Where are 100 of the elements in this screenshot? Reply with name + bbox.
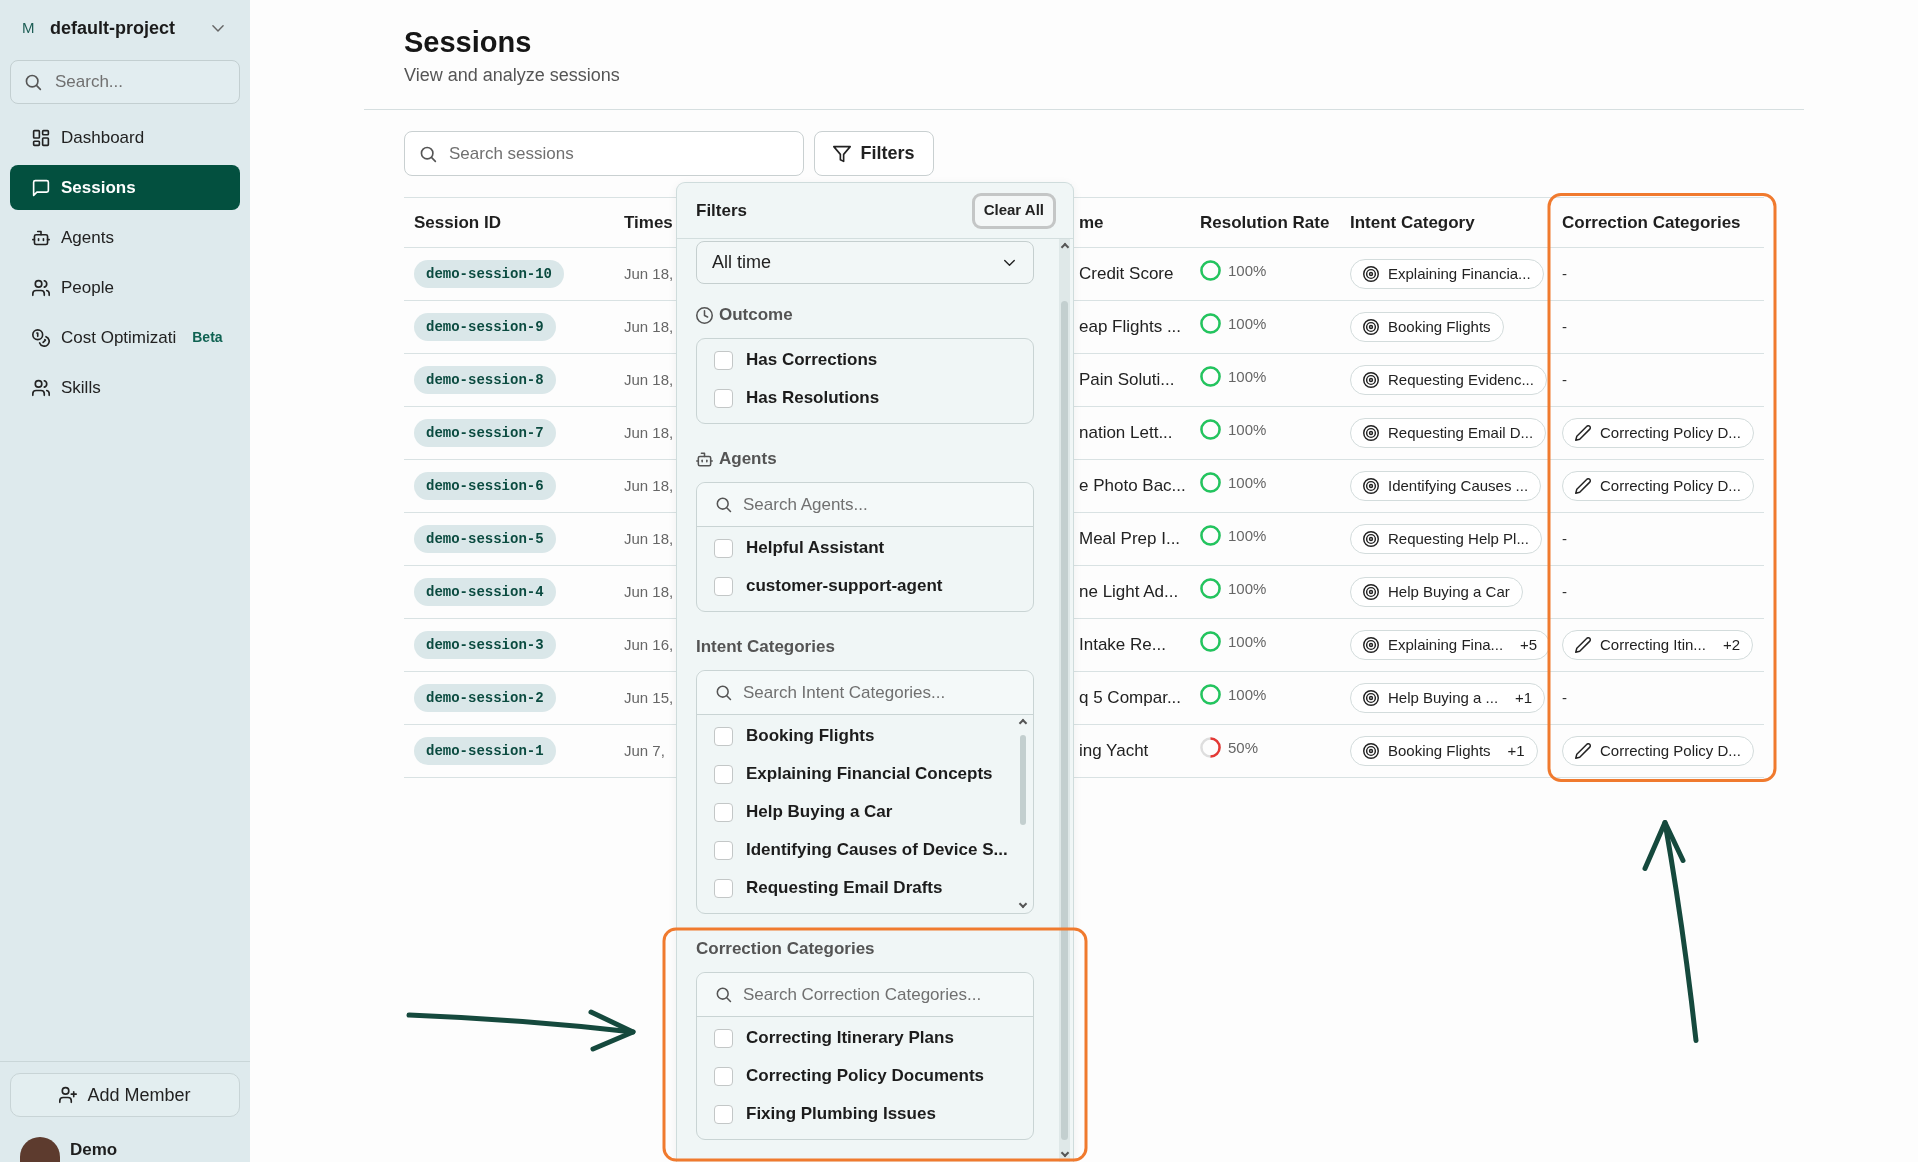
checkbox[interactable] — [714, 388, 733, 408]
option-label[interactable]: Requesting Email Drafts — [746, 875, 943, 901]
intent-tag[interactable]: Explaining Fina... +5 — [1350, 630, 1551, 660]
column-header: Session ID — [414, 212, 501, 232]
search-icon — [24, 73, 42, 91]
column-header: me — [1079, 212, 1104, 232]
intent-label: Help Buying a ... — [1388, 687, 1499, 708]
checkbox[interactable] — [714, 1066, 733, 1086]
checkbox[interactable] — [714, 538, 733, 558]
correction-tag[interactable]: Correcting Itin... +2 — [1562, 630, 1753, 660]
target-icon — [1363, 372, 1379, 388]
checkbox[interactable] — [714, 350, 733, 370]
option-label[interactable]: Identifying Causes of Device S... — [746, 837, 1008, 863]
option-label[interactable]: Booking Flights — [746, 723, 875, 749]
session-id-tag[interactable]: demo-session-5 — [414, 525, 556, 553]
intent-tag[interactable]: Requesting Help Pl... — [1350, 524, 1542, 554]
target-icon — [1363, 743, 1379, 759]
intent-tag[interactable]: Help Buying a ... +1 — [1350, 683, 1546, 713]
user-name: Demo — [70, 1140, 118, 1160]
option-label[interactable]: Help Buying a Car — [746, 799, 893, 825]
checkbox[interactable] — [714, 764, 733, 784]
session-id-tag[interactable]: demo-session-6 — [414, 472, 556, 500]
checkbox[interactable] — [714, 802, 733, 822]
intent-label: Requesting Help Pl... — [1388, 528, 1529, 549]
checkbox[interactable] — [714, 840, 733, 860]
session-id-tag[interactable]: demo-session-3 — [414, 631, 556, 659]
correction-label: Correcting Policy D... — [1600, 475, 1741, 496]
session-id-tag[interactable]: demo-session-9 — [414, 313, 556, 341]
avatar — [20, 1137, 60, 1162]
correction-tag[interactable]: Correcting Policy D... — [1562, 471, 1754, 501]
checkbox[interactable] — [714, 726, 733, 746]
empty-value: - — [1562, 689, 1567, 706]
nav-item[interactable]: Dashboard — [10, 115, 240, 160]
session-name: nation Lett... — [1079, 423, 1173, 443]
option-label[interactable]: customer-support-agent — [746, 573, 943, 599]
intent-tag[interactable]: Requesting Evidenc... — [1350, 365, 1547, 395]
column-header: Intent Category — [1350, 212, 1475, 232]
search-field[interactable]: Search Agents... — [697, 483, 1033, 527]
session-id-tag[interactable]: demo-session-7 — [414, 419, 556, 447]
checkbox[interactable] — [714, 1104, 733, 1124]
nav-item[interactable]: Sessions — [10, 165, 240, 210]
session-id-tag[interactable]: demo-session-4 — [414, 578, 556, 606]
dashboard-icon — [32, 128, 50, 147]
option-label[interactable]: Has Resolutions — [746, 385, 880, 411]
option-label[interactable]: Fixing Plumbing Issues — [746, 1101, 936, 1127]
add-member-button[interactable]: Add Member — [10, 1073, 240, 1117]
column-header: Correction Categories — [1562, 212, 1741, 232]
search-field[interactable]: Search Intent Categories... — [697, 671, 1033, 715]
session-id-tag[interactable]: demo-session-1 — [414, 737, 556, 765]
target-icon — [1363, 266, 1379, 282]
project-name[interactable]: default-project — [50, 14, 175, 42]
resolution-rate: 100% — [1228, 419, 1267, 440]
option-label[interactable]: Has Corrections — [746, 347, 878, 373]
search-icon — [715, 986, 732, 1003]
nav-item[interactable]: Agents — [10, 215, 240, 260]
correction-tag[interactable]: Correcting Policy D... — [1562, 736, 1754, 766]
search-field[interactable]: Search... — [10, 60, 240, 104]
intent-tag[interactable]: Requesting Email D... — [1350, 418, 1547, 448]
panel-title: Filters — [696, 199, 748, 222]
intent-tag[interactable]: Explaining Financia... — [1350, 259, 1544, 289]
robot-icon — [32, 228, 50, 247]
nav-item[interactable]: Cost Optimizati Beta — [10, 315, 240, 360]
timestamp: Jun 16, — [624, 636, 674, 653]
option-label[interactable]: Explaining Financial Concepts — [746, 761, 993, 787]
search-field[interactable]: Search sessions — [404, 131, 804, 176]
option-label[interactable]: Helpful Assistant — [746, 535, 885, 561]
target-icon — [1363, 425, 1379, 441]
checkbox[interactable] — [714, 1028, 733, 1048]
filters-button[interactable]: Filters — [814, 131, 934, 176]
nav-item[interactable]: People — [10, 265, 240, 310]
search-icon — [715, 684, 732, 701]
timestamp: Jun 7, — [624, 742, 665, 759]
intent-tag[interactable]: Booking Flights — [1350, 312, 1504, 342]
target-icon — [1363, 478, 1379, 494]
section-title: Agents — [719, 448, 777, 471]
time-range-select[interactable]: All time — [696, 241, 1034, 284]
session-id-tag[interactable]: demo-session-2 — [414, 684, 556, 712]
timestamp: Jun 18, — [624, 477, 674, 494]
filter-icon — [833, 144, 852, 163]
correction-tag[interactable]: Correcting Policy D... — [1562, 418, 1754, 448]
clear-all-button[interactable]: Clear All — [971, 192, 1056, 229]
session-id-tag[interactable]: demo-session-10 — [414, 260, 565, 288]
intent-label: Identifying Causes ... — [1388, 475, 1529, 496]
scrollbar[interactable] — [1059, 239, 1070, 1162]
robot-icon — [696, 450, 713, 468]
option-label[interactable]: Correcting Policy Documents — [746, 1063, 985, 1089]
pencil-icon — [1575, 637, 1591, 653]
checkbox[interactable] — [714, 878, 733, 898]
session-name: ne Light Ad... — [1079, 582, 1179, 602]
page-title: Sessions — [404, 25, 533, 60]
intent-tag[interactable]: Help Buying a Car — [1350, 577, 1523, 607]
resolution-rate: 100% — [1228, 631, 1267, 652]
project-initial: M — [22, 17, 36, 38]
session-id-tag[interactable]: demo-session-8 — [414, 366, 556, 394]
search-field[interactable]: Search Correction Categories... — [697, 973, 1033, 1017]
option-label[interactable]: Correcting Itinerary Plans — [746, 1025, 954, 1051]
intent-tag[interactable]: Identifying Causes ... — [1350, 471, 1542, 501]
intent-tag[interactable]: Booking Flights +1 — [1350, 736, 1538, 766]
nav-item[interactable]: Skills — [10, 365, 240, 410]
checkbox[interactable] — [714, 576, 733, 596]
